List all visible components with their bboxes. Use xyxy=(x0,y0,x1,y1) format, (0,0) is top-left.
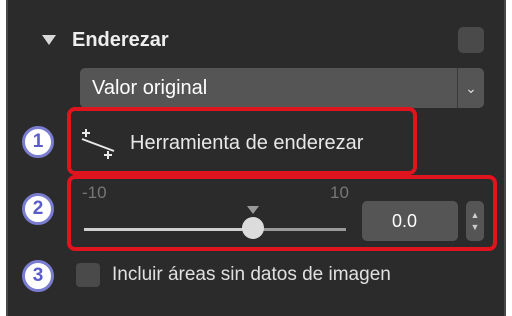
preset-dropdown[interactable]: Valor original ⌄ xyxy=(80,68,484,108)
angle-value-stepper[interactable]: ▲ ▼ xyxy=(466,201,484,241)
callout-badge-3: 3 xyxy=(22,260,54,292)
include-empty-areas-label: Incluir áreas sin datos de imagen xyxy=(112,264,391,285)
preset-dropdown-value: Valor original xyxy=(92,76,208,99)
slider-center-marker-icon xyxy=(246,206,259,214)
stepper-up-icon[interactable]: ▲ xyxy=(471,209,480,221)
callout-badge-1: 1 xyxy=(22,126,54,158)
slider-max-label: 10 xyxy=(330,183,349,202)
include-empty-areas-checkbox[interactable] xyxy=(76,263,100,287)
chevron-down-icon[interactable]: ⌄ xyxy=(457,68,484,108)
angle-slider-fill xyxy=(84,228,253,231)
angle-slider-track[interactable] xyxy=(84,228,346,231)
straighten-tool-icon xyxy=(81,129,115,159)
section-title: Enderezar xyxy=(72,28,169,51)
straighten-tool-button[interactable]: Herramienta de enderezar xyxy=(78,122,408,164)
callout-badge-2: 2 xyxy=(22,193,54,225)
slider-min-label: -10 xyxy=(82,183,107,202)
enable-checkbox[interactable] xyxy=(458,27,484,53)
angle-value-input[interactable]: 0.0 xyxy=(362,201,458,241)
include-empty-areas-row[interactable]: Incluir áreas sin datos de imagen xyxy=(76,260,391,290)
section-header[interactable]: Enderezar xyxy=(42,26,169,54)
stepper-down-icon[interactable]: ▼ xyxy=(471,221,480,233)
angle-slider-thumb[interactable] xyxy=(241,217,264,239)
straighten-tool-label: Herramienta de enderezar xyxy=(130,131,364,154)
collapse-triangle-icon[interactable] xyxy=(42,35,56,45)
